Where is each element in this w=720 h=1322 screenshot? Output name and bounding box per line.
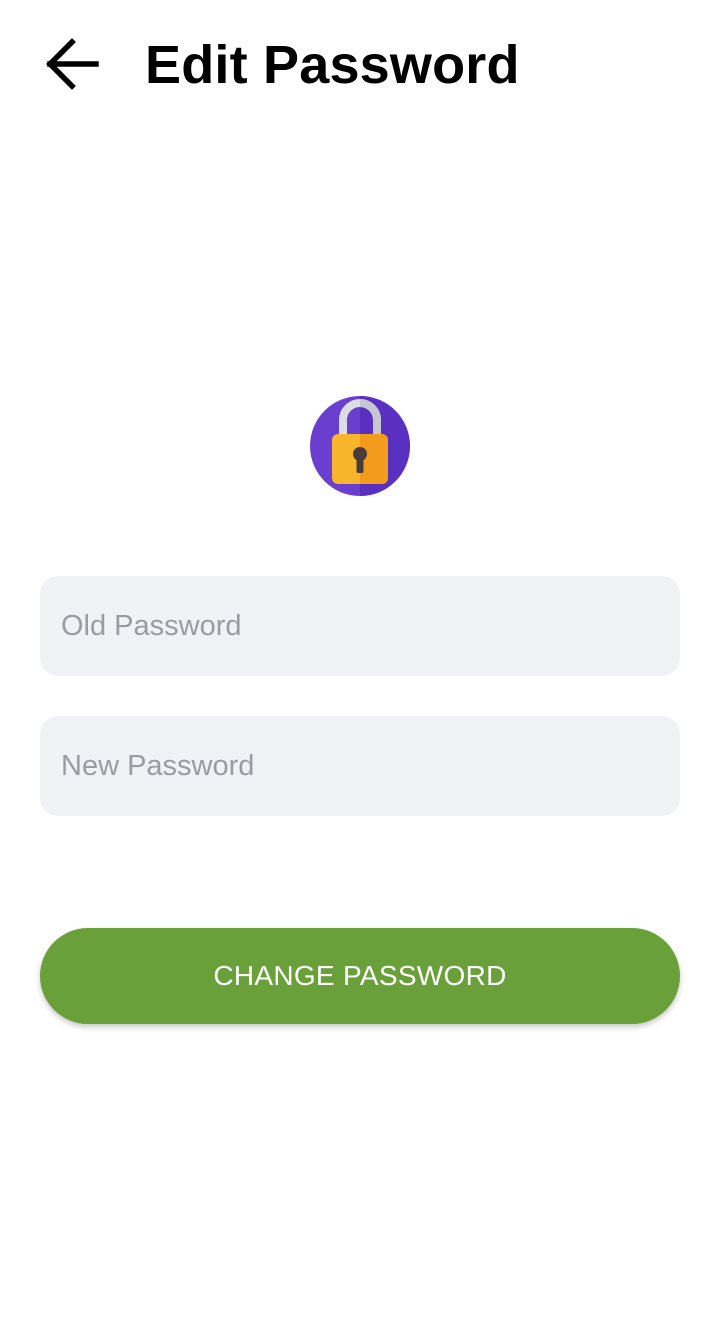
new-password-field[interactable] xyxy=(40,716,680,816)
old-password-field[interactable] xyxy=(40,576,680,676)
arrow-left-icon xyxy=(46,38,99,90)
back-button[interactable] xyxy=(30,22,114,106)
page-title: Edit Password xyxy=(145,35,520,95)
change-password-button[interactable]: CHANGE PASSWORD xyxy=(40,928,680,1024)
new-password-input[interactable] xyxy=(61,716,680,816)
old-password-input[interactable] xyxy=(61,576,680,676)
padlock-icon xyxy=(310,396,410,496)
app-bar: Edit Password xyxy=(0,0,720,130)
